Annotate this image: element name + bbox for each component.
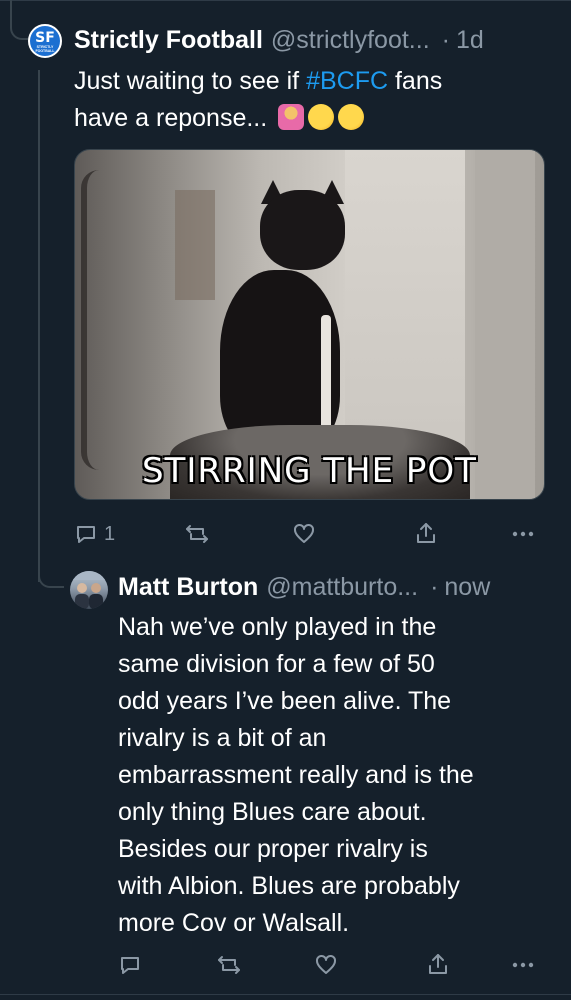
tweet-text-line2: have a reponse... bbox=[74, 104, 268, 132]
avatar[interactable] bbox=[70, 571, 108, 609]
share-button[interactable] bbox=[414, 521, 438, 545]
tweet-text-line: odd years I’ve been alive. The bbox=[118, 687, 452, 715]
heart-icon bbox=[316, 954, 336, 974]
display-name[interactable]: Strictly Football bbox=[74, 25, 263, 55]
retweet-button[interactable] bbox=[184, 522, 210, 546]
share-button[interactable] bbox=[426, 952, 450, 976]
avatar[interactable]: SF STRICTLY FOOTBALL bbox=[28, 24, 62, 58]
thread-connector-reply bbox=[38, 560, 64, 588]
tweet-header: Matt Burton @mattburto... · now bbox=[118, 572, 490, 602]
twitter-thread: SF STRICTLY FOOTBALL Strictly Football @… bbox=[0, 0, 571, 1000]
tweet-text-line: rivalry is a bit of an bbox=[118, 724, 327, 752]
like-button[interactable] bbox=[314, 953, 338, 977]
tweet-text-line: Nah we’ve only played in the bbox=[118, 613, 437, 641]
share-icon bbox=[417, 523, 435, 543]
thread-line bbox=[38, 70, 40, 582]
media-decor bbox=[475, 150, 535, 499]
tweet-text-part: Just waiting to see if bbox=[74, 67, 307, 95]
more-icon bbox=[512, 962, 534, 968]
bottom-divider bbox=[0, 994, 571, 995]
person-shrugging-emoji bbox=[278, 104, 305, 130]
tweet-text-line: same division for a few of 50 bbox=[118, 650, 435, 678]
tweet-text-line: with Albion. Blues are probably bbox=[118, 872, 460, 900]
tweet-text-line: only thing Blues care about. bbox=[118, 798, 427, 826]
avatar-subtext: STRICTLY FOOTBALL bbox=[35, 45, 55, 53]
thread-connector-top bbox=[10, 0, 30, 40]
avatar-letters: SF bbox=[35, 30, 55, 46]
rolling-laughing-emoji bbox=[338, 104, 365, 130]
retweet-icon bbox=[218, 956, 240, 974]
timestamp[interactable]: 1d bbox=[456, 25, 484, 55]
reply-button[interactable]: 1 bbox=[74, 522, 115, 546]
gif-caption: STIRRING THE POT bbox=[142, 451, 477, 491]
tweet-text-line: embarrassment really and is the bbox=[118, 761, 474, 789]
retweet-button[interactable] bbox=[216, 953, 242, 977]
cat-head bbox=[260, 190, 345, 270]
media-decor bbox=[81, 170, 117, 470]
reply-button[interactable] bbox=[118, 953, 142, 977]
retweet-icon bbox=[186, 525, 208, 543]
more-options-button[interactable] bbox=[510, 953, 536, 977]
more-options-button[interactable] bbox=[510, 522, 536, 546]
tweet-text-part: fans bbox=[388, 67, 443, 95]
reply-icon bbox=[77, 526, 95, 543]
hashtag-link[interactable]: #BCFC bbox=[306, 67, 388, 95]
heart-icon bbox=[294, 523, 314, 543]
tweet-text: Just waiting to see if #BCFC fans have a… bbox=[74, 63, 554, 137]
top-divider bbox=[0, 0, 571, 1]
user-handle[interactable]: @mattburto... bbox=[266, 572, 418, 602]
media-decor bbox=[175, 190, 215, 300]
avatar-photo bbox=[70, 571, 108, 609]
share-icon bbox=[429, 954, 447, 974]
thinking-face-emoji bbox=[308, 104, 335, 130]
user-handle[interactable]: @strictlyfoot... bbox=[271, 25, 430, 55]
tweet-header: Strictly Football @strictlyfoot... · 1d bbox=[74, 25, 484, 55]
more-icon bbox=[512, 531, 534, 537]
spoon bbox=[321, 315, 331, 435]
like-button[interactable] bbox=[292, 522, 316, 546]
reply-icon bbox=[121, 957, 139, 974]
tweet-gif-media[interactable]: STIRRING THE POT bbox=[74, 149, 545, 500]
timestamp[interactable]: now bbox=[444, 572, 490, 602]
display-name[interactable]: Matt Burton bbox=[118, 572, 258, 602]
separator-dot: · bbox=[441, 26, 450, 54]
reply-count: 1 bbox=[104, 522, 116, 545]
tweet-text-line: more Cov or Walsall. bbox=[118, 909, 350, 937]
separator-dot: · bbox=[430, 573, 439, 601]
tweet-text-line: Besides our proper rivalry is bbox=[118, 835, 428, 863]
tweet-text: Nah we’ve only played in the same divisi… bbox=[118, 609, 563, 942]
